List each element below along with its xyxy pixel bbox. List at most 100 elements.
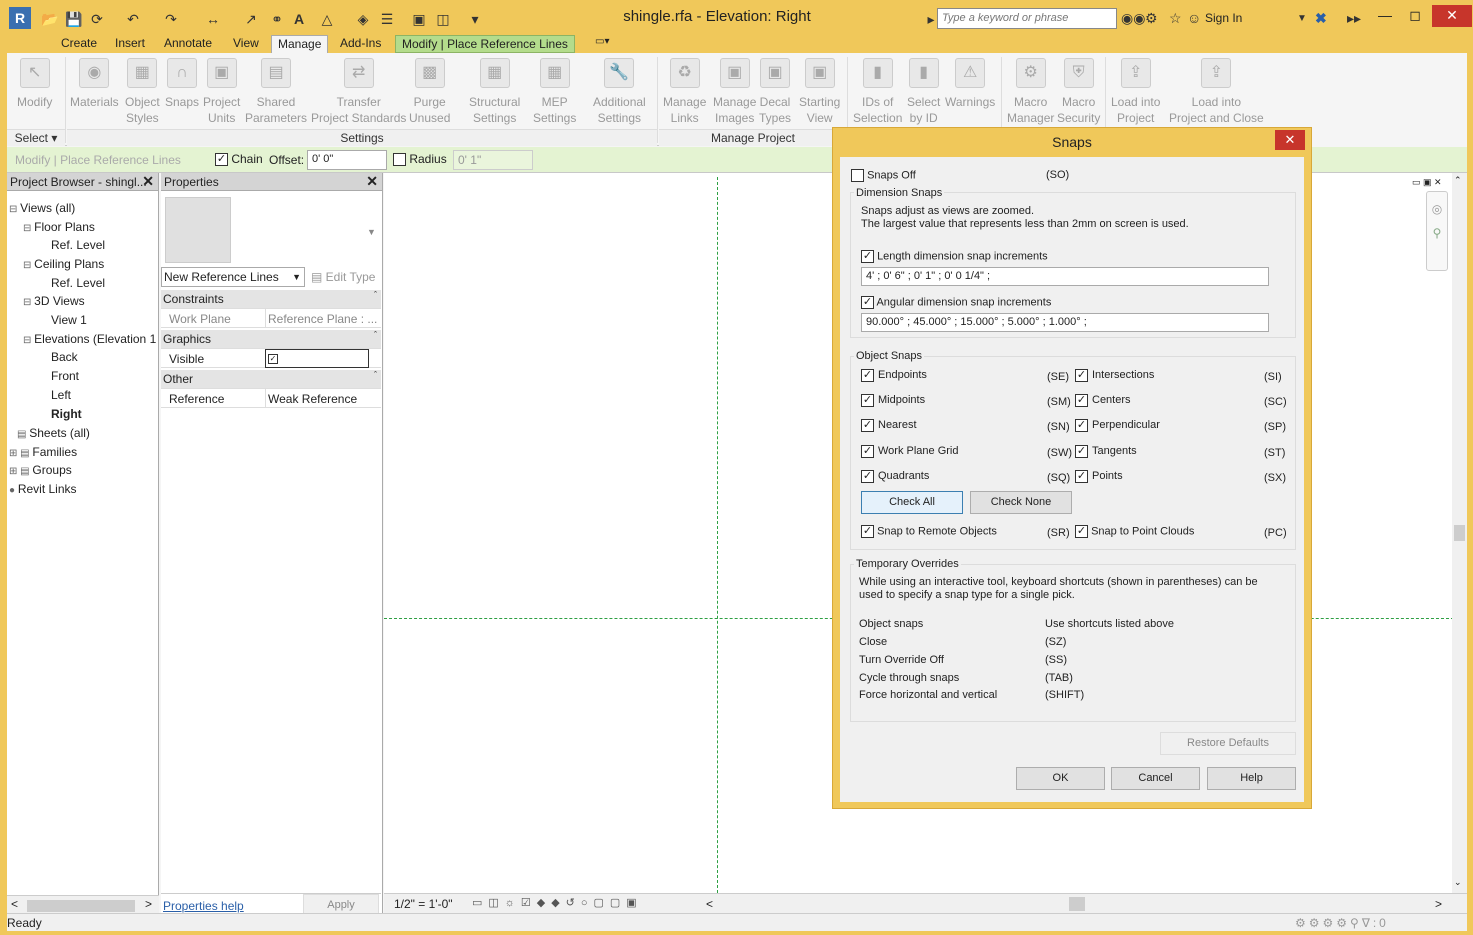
- tree-node-icon[interactable]: ⊟: [23, 335, 34, 346]
- tree-item[interactable]: ⊟ 3D Views: [23, 294, 85, 308]
- dimension-icon[interactable]: ↗: [243, 11, 259, 27]
- ok-button[interactable]: OK: [1016, 767, 1105, 790]
- macro-security-button[interactable]: ⛨ Macro Security: [1057, 55, 1100, 126]
- tab-view[interactable]: View: [227, 35, 265, 53]
- tree-node-icon[interactable]: ⊟: [23, 223, 34, 234]
- dialog-close-button[interactable]: ✕: [1275, 130, 1305, 150]
- length-increments-input[interactable]: 4' ; 0' 6" ; 0' 1" ; 0' 0 1/4" ;: [861, 267, 1269, 286]
- snap-checkbox[interactable]: ✓: [1075, 419, 1088, 432]
- decal-types-button[interactable]: ▣ Decal Types: [759, 55, 791, 126]
- minimize-button[interactable]: —: [1370, 5, 1400, 27]
- snap-option-points[interactable]: ✓ Points: [1075, 470, 1123, 483]
- check-all-button[interactable]: Check All: [861, 491, 963, 514]
- modify-button[interactable]: ↖ Modify: [17, 55, 52, 110]
- snap-checkbox[interactable]: ✓: [1075, 369, 1088, 382]
- radius-option[interactable]: Radius: [393, 152, 447, 167]
- switch-windows-icon[interactable]: ◫: [435, 11, 451, 27]
- tree-item[interactable]: View 1: [51, 313, 87, 327]
- radius-checkbox[interactable]: [393, 153, 406, 167]
- zoom-icon[interactable]: ⚲: [1427, 226, 1447, 240]
- tree-item[interactable]: Left: [51, 388, 71, 402]
- vertical-reference-plane[interactable]: [717, 177, 718, 893]
- selection-filter-icons[interactable]: ⚙⚙⚙⚙⚲∇:0: [1295, 916, 1389, 930]
- mep-settings-button[interactable]: ▦ MEP Settings: [533, 55, 576, 126]
- angular-increments-input[interactable]: 90.000° ; 45.000° ; 15.000° ; 5.000° ; 1…: [861, 313, 1269, 332]
- macro-manager-button[interactable]: ⚙ Macro Manager: [1007, 55, 1054, 126]
- tree-item[interactable]: ⊟ Views (all): [9, 201, 75, 215]
- snap-checkbox[interactable]: ✓: [1075, 445, 1088, 458]
- undo-icon[interactable]: ↶: [125, 11, 141, 27]
- scroll-up-icon[interactable]: ⌃: [1454, 175, 1462, 186]
- tree-item[interactable]: ⊟ Ceiling Plans: [23, 257, 104, 271]
- point-clouds-option[interactable]: ✓ Snap to Point Clouds: [1075, 525, 1194, 538]
- vertical-scrollbar[interactable]: ⌃ ⌄: [1452, 173, 1467, 893]
- binoculars-icon[interactable]: ◉◉: [1121, 10, 1145, 27]
- angular-increments-checkbox[interactable]: ✓: [861, 296, 874, 309]
- tree-node-icon[interactable]: ⊞ ▤: [9, 448, 32, 459]
- vertical-scroll-thumb[interactable]: [1454, 525, 1465, 541]
- select-by-id-button[interactable]: ▮ Select by ID: [907, 55, 940, 126]
- maximize-button[interactable]: ◻: [1400, 5, 1430, 27]
- snap-checkbox[interactable]: ✓: [861, 419, 874, 432]
- snaps-off-checkbox[interactable]: [851, 169, 864, 182]
- snap-option-nearest[interactable]: ✓ Nearest: [861, 419, 917, 432]
- transfer-project-standards-button[interactable]: ⇄ Transfer Project Standards: [311, 55, 406, 126]
- scroll-right-icon[interactable]: >: [145, 897, 152, 911]
- tree-node-icon[interactable]: ▤: [17, 429, 29, 440]
- project-browser-scrollbar[interactable]: < >: [7, 895, 159, 913]
- close-hidden-icon[interactable]: ▣: [411, 11, 427, 27]
- sign-in-dropdown-icon[interactable]: ▼: [1297, 13, 1307, 24]
- tree-node-icon[interactable]: ⊟: [23, 260, 34, 271]
- thin-lines-icon[interactable]: ☰: [379, 11, 395, 27]
- redo-icon[interactable]: ↷: [163, 11, 179, 27]
- materials-button[interactable]: ◉ Materials: [70, 55, 119, 110]
- additional-settings-button[interactable]: 🔧 Additional Settings: [593, 55, 646, 126]
- visible-checkbox[interactable]: ✓: [265, 349, 369, 368]
- snap-option-intersections[interactable]: ✓ Intersections: [1075, 369, 1154, 382]
- close-icon[interactable]: ✕: [366, 173, 378, 190]
- app-menu-button[interactable]: R: [9, 7, 31, 29]
- graphics-category[interactable]: Graphics ˆ: [161, 330, 381, 349]
- view-scale[interactable]: 1/2" = 1'-0": [394, 897, 453, 911]
- properties-help-link[interactable]: Properties help: [163, 899, 244, 913]
- navigation-bar[interactable]: ◎ ⚲: [1426, 191, 1448, 271]
- snap-checkbox[interactable]: ✓: [1075, 470, 1088, 483]
- tab-manage[interactable]: Manage: [271, 35, 329, 53]
- scroll-thumb[interactable]: [27, 900, 135, 912]
- scroll-left-icon[interactable]: <: [11, 897, 18, 911]
- help-expand-icon[interactable]: ▸▸: [1347, 10, 1361, 27]
- horizontal-scroll-thumb[interactable]: [1069, 897, 1085, 911]
- tree-node-icon[interactable]: ⊞ ▤: [9, 466, 32, 477]
- tree-item[interactable]: Back: [51, 350, 78, 364]
- offset-input[interactable]: 0' 0": [307, 150, 387, 170]
- tree-item[interactable]: Right: [51, 407, 82, 421]
- snap-option-tangents[interactable]: ✓ Tangents: [1075, 445, 1137, 458]
- other-category[interactable]: Other ˆ: [161, 370, 381, 389]
- snap-checkbox[interactable]: ✓: [861, 369, 874, 382]
- tree-item[interactable]: ▤ Sheets (all): [17, 426, 90, 440]
- reference-row[interactable]: Reference Weak Reference: [161, 389, 381, 408]
- tree-item[interactable]: ● Revit Links: [9, 482, 77, 496]
- manage-images-button[interactable]: ▣ Manage Images: [713, 55, 756, 126]
- scroll-down-icon[interactable]: ⌄: [1454, 877, 1462, 888]
- tab-annotate[interactable]: Annotate: [158, 35, 218, 53]
- remote-objects-checkbox[interactable]: ✓: [861, 525, 874, 538]
- snap-option-work-plane-grid[interactable]: ✓ Work Plane Grid: [861, 445, 959, 458]
- tree-item[interactable]: ⊟ Floor Plans: [23, 220, 95, 234]
- section-icon[interactable]: ◈: [355, 11, 371, 27]
- close-icon[interactable]: ✕: [142, 173, 154, 190]
- tab-add-ins[interactable]: Add-Ins: [334, 35, 387, 53]
- snap-checkbox[interactable]: ✓: [861, 394, 874, 407]
- tree-item[interactable]: Ref. Level: [51, 276, 105, 290]
- 3d-view-icon[interactable]: △: [319, 11, 335, 27]
- warnings-button[interactable]: ⚠ Warnings: [945, 55, 995, 110]
- panel-select[interactable]: Select ▾: [7, 129, 65, 146]
- ids-of-selection-button[interactable]: ▮ IDs of Selection: [853, 55, 902, 126]
- text-icon[interactable]: A: [291, 11, 307, 27]
- subscription-icon[interactable]: ⚙: [1145, 10, 1158, 27]
- project-units-button[interactable]: ▣ Project Units: [203, 55, 240, 126]
- purge-unused-button[interactable]: ▩ Purge Unused: [409, 55, 450, 126]
- chain-checkbox[interactable]: ✓: [215, 153, 228, 167]
- snap-option-perpendicular[interactable]: ✓ Perpendicular: [1075, 419, 1160, 432]
- type-selector[interactable]: New Reference Lines ▼: [161, 267, 305, 287]
